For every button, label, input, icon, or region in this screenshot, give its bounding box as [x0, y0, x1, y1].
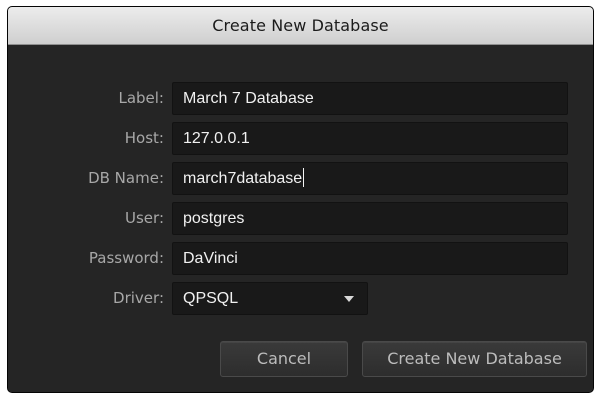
- host-row: Host: 127.0.0.1: [8, 122, 593, 155]
- user-input[interactable]: postgres: [172, 202, 568, 235]
- dialog-titlebar: Create New Database: [8, 7, 593, 45]
- password-input[interactable]: DaVinci: [172, 242, 568, 275]
- label-input[interactable]: March 7 Database: [172, 82, 568, 115]
- driver-selected-value: QPSQL: [183, 290, 239, 307]
- user-label: User:: [125, 209, 164, 227]
- db-name-label: DB Name:: [88, 169, 164, 187]
- password-row: Password: DaVinci: [8, 242, 593, 275]
- db-name-row: DB Name: march7database: [8, 162, 593, 195]
- host-input[interactable]: 127.0.0.1: [172, 122, 568, 155]
- text-cursor: [303, 167, 305, 187]
- host-label: Host:: [124, 129, 164, 147]
- dialog-content: Label: March 7 Database Host: 127.0.0.1 …: [8, 45, 593, 392]
- db-name-value: march7database: [183, 170, 303, 187]
- label-row: Label: March 7 Database: [8, 82, 593, 115]
- db-name-input[interactable]: march7database: [172, 162, 568, 195]
- dialog-title: Create New Database: [212, 16, 389, 35]
- label-field-label: Label:: [118, 89, 164, 107]
- user-row: User: postgres: [8, 202, 593, 235]
- driver-row: Driver: QPSQL: [8, 282, 593, 315]
- driver-select[interactable]: QPSQL: [172, 282, 368, 315]
- create-database-dialog: Create New Database Label: March 7 Datab…: [7, 6, 594, 393]
- password-label: Password:: [88, 249, 164, 267]
- cancel-button[interactable]: Cancel: [220, 341, 348, 377]
- create-new-database-button[interactable]: Create New Database: [362, 341, 587, 377]
- chevron-down-icon[interactable]: [344, 296, 354, 302]
- driver-label: Driver:: [113, 289, 164, 307]
